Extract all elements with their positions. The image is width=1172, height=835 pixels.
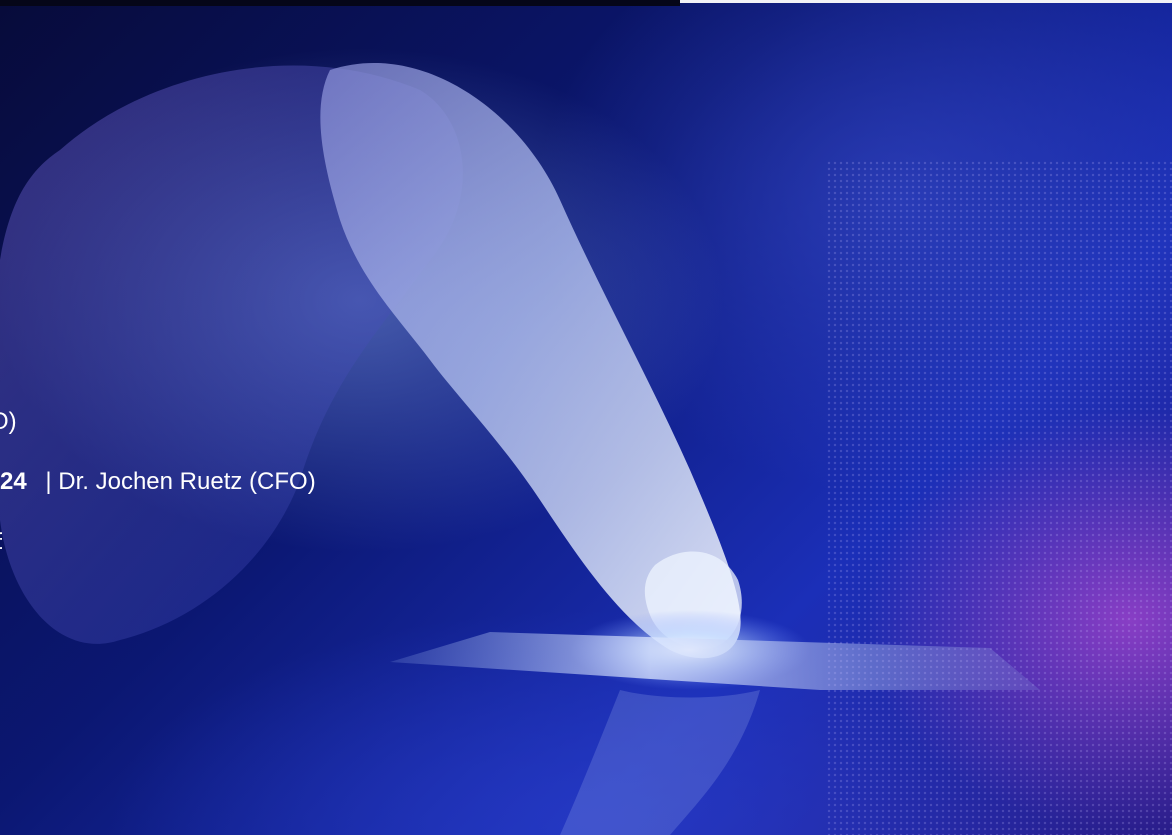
caption-line-1-text: O)	[0, 408, 17, 435]
caption-line-2: 24 | Dr. Jochen Ruetz (CFO)	[0, 468, 316, 496]
presentation-slide: O) 24 | Dr. Jochen Ruetz (CFO) 6	[0, 0, 1172, 835]
caption-line-3: 6	[0, 528, 2, 550]
caption-line-2-bold: 24	[0, 468, 27, 495]
caption-line-3-text: 6	[0, 528, 2, 550]
caption-line-1: O)	[0, 408, 17, 436]
caption-line-2-presenter: | Dr. Jochen Ruetz (CFO)	[45, 468, 316, 495]
dot-pattern-overlay	[826, 160, 1172, 835]
